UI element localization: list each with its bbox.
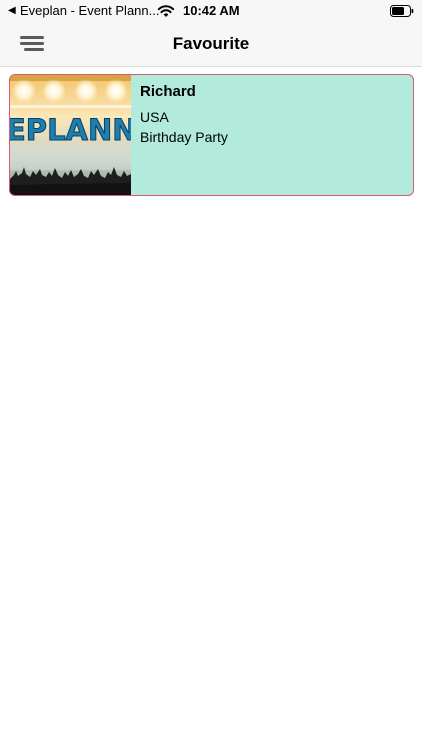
favourite-card[interactable]: EPLANN Richard USA Birthday Party — [9, 74, 414, 196]
wifi-icon — [157, 5, 175, 17]
battery-icon — [390, 5, 414, 17]
page-title: Favourite — [172, 34, 250, 53]
favourite-event-type: Birthday Party — [140, 129, 228, 145]
back-to-app-icon[interactable]: ◀ — [8, 4, 16, 18]
nav-bar: Favourite — [0, 22, 422, 67]
favourite-name: Richard — [140, 83, 196, 100]
back-to-app-label[interactable]: Eveplan - Event Plann... — [20, 3, 160, 19]
favourite-country: USA — [140, 109, 169, 125]
screen: ◀ Eveplan - Event Plann... 10:42 AM Favo… — [0, 0, 422, 750]
status-bar: ◀ Eveplan - Event Plann... 10:42 AM — [0, 0, 422, 22]
status-time: 10:42 AM — [183, 3, 240, 18]
thumbnail-logo-text: EPLANN — [10, 113, 131, 148]
event-thumbnail: EPLANN — [10, 75, 131, 195]
